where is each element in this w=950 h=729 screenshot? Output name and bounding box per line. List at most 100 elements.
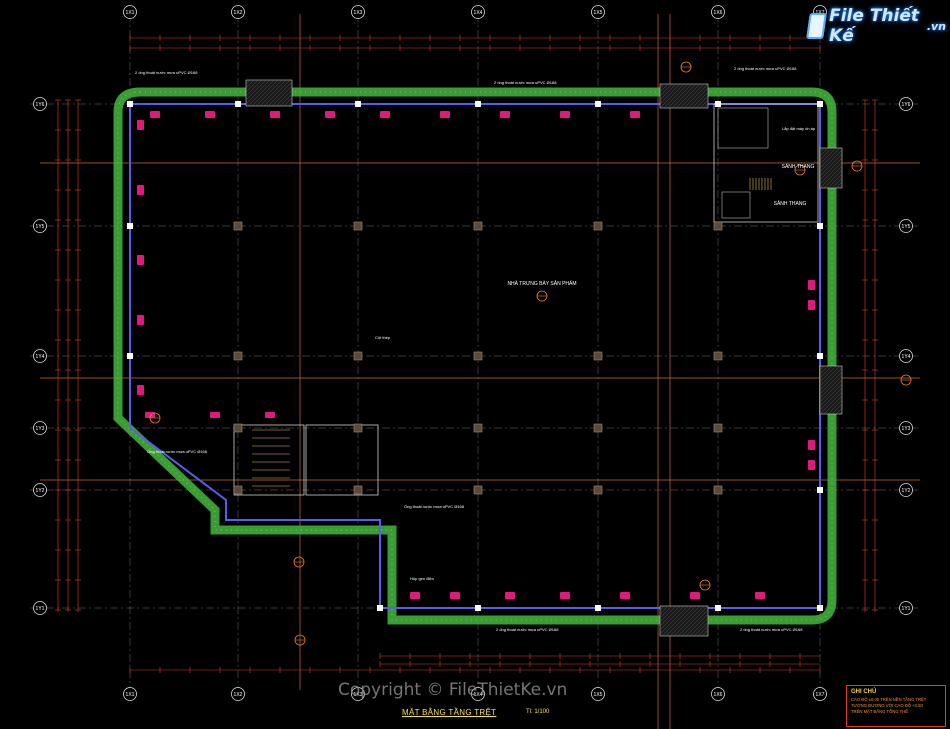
window-marker xyxy=(150,111,160,118)
window-marker xyxy=(325,111,335,118)
window-marker xyxy=(560,111,570,118)
column-marker xyxy=(233,221,243,231)
column-marker xyxy=(353,351,363,361)
window-marker xyxy=(450,592,460,599)
grid-bubble-label: 1X6 xyxy=(714,10,723,16)
column-marker xyxy=(353,423,363,433)
grid-bubble-label: 1Y3 xyxy=(902,426,911,432)
edge-column xyxy=(475,605,481,611)
pipe-label-bottom-mid: 2 ống thoát nước mưa uPVC Ø168 xyxy=(496,627,559,632)
edge-column xyxy=(475,101,481,107)
column-label: Cột thép xyxy=(375,335,391,340)
window-marker xyxy=(137,255,144,265)
dimension-lines xyxy=(55,35,878,673)
column-marker xyxy=(473,485,483,495)
grid-bubble-label: 1Y5 xyxy=(902,224,911,230)
edge-column xyxy=(817,353,823,359)
edge-column xyxy=(377,605,383,611)
column-marker xyxy=(713,423,723,433)
window-marker xyxy=(755,592,765,599)
column-marker xyxy=(353,221,363,231)
window-marker xyxy=(137,315,144,325)
edge-column xyxy=(235,101,241,107)
window-marker xyxy=(808,300,815,310)
edge-column xyxy=(817,223,823,229)
logo-suffix: .vn xyxy=(926,19,946,33)
logo-text: File Thiết Kế xyxy=(829,6,920,46)
pipe-label-bottom-right: 2 ống thoát nước mưa uPVC Ø168 xyxy=(740,627,803,632)
edge-column xyxy=(595,605,601,611)
window-marker xyxy=(137,385,144,395)
stair-room xyxy=(233,424,305,496)
window-marker xyxy=(205,111,215,118)
room-label-main: NHÀ TRƯNG BÀY SẢN PHẨM xyxy=(507,280,576,287)
window-marker xyxy=(210,412,220,418)
column-marker xyxy=(233,485,243,495)
edge-column xyxy=(817,101,823,107)
column-marker xyxy=(713,221,723,231)
window-marker xyxy=(690,592,700,599)
pipe-label-top-right: 2 ống thoát nước mưa uPVC Ø168 xyxy=(734,66,797,71)
grid-bubble-label: 1X7 xyxy=(816,692,825,698)
restroom-block xyxy=(717,107,769,149)
pipe-label-top-left: 2 ống thoát nước mưa uPVC Ø168 xyxy=(135,70,198,75)
window-marker xyxy=(137,120,144,130)
window-marker xyxy=(505,592,515,599)
grid-bubble-label: 1Y2 xyxy=(36,488,45,494)
window-marker xyxy=(808,280,815,290)
pipe-label-top-mid: 2 ống thoát nước mưa uPVC Ø168 xyxy=(494,80,557,85)
grid-bubble-label: 1Y2 xyxy=(902,488,911,494)
window-marker xyxy=(620,592,630,599)
window-marker xyxy=(410,592,420,599)
grid-bubble-label: 1Y4 xyxy=(36,354,45,360)
column-marker xyxy=(593,485,603,495)
edge-column xyxy=(127,353,133,359)
window-marker xyxy=(630,111,640,118)
notes-heading: GHI CHÚ xyxy=(851,689,877,695)
grid-bubble-label: 1Y1 xyxy=(902,606,911,612)
floor-plan-drawing: 1X11X11X21X21X31X31X41X41X51X51X61X6 1X71… xyxy=(30,5,920,729)
grid-bubble-label: 1X1 xyxy=(126,10,135,16)
grid-bubble-label: 1Y6 xyxy=(902,102,911,108)
grid-bubble-label: 1X6 xyxy=(714,692,723,698)
window-marker xyxy=(265,412,275,418)
edge-column xyxy=(355,101,361,107)
column-marker xyxy=(593,221,603,231)
pipe-label-mid: Ống thoát nước mưa uPVC Ø168 xyxy=(404,504,465,509)
grid-bubble-label: 1Y5 xyxy=(36,224,45,230)
stair-hall-label-1: SẢNH THANG xyxy=(782,163,815,170)
electrical-box-label: Hộp gen điện xyxy=(410,576,434,581)
window-marker xyxy=(137,185,144,195)
copyright-watermark: Copyright © FileThietKe.vn xyxy=(338,680,568,700)
edge-column xyxy=(595,101,601,107)
column-marker xyxy=(713,351,723,361)
logo-icon xyxy=(806,13,827,39)
edge-column xyxy=(817,605,823,611)
notes-box: GHI CHÚ CAO ĐỘ ±0.00 TRÊN NỀN TẦNG TRỆT … xyxy=(846,685,946,727)
window-marker xyxy=(380,111,390,118)
window-marker xyxy=(440,111,450,118)
column-marker xyxy=(713,485,723,495)
pipe-label-left: Ống thoát nước mưa uPVC Ø168 xyxy=(147,449,208,454)
window-marker xyxy=(270,111,280,118)
column-marker xyxy=(353,485,363,495)
edge-column xyxy=(817,487,823,493)
stair-hall-label-2: SẢNH THANG xyxy=(774,200,807,207)
window-marker xyxy=(808,460,815,470)
watermark-logo: File Thiết Kế .vn xyxy=(806,6,946,46)
column-marker xyxy=(593,351,603,361)
edge-column xyxy=(127,223,133,229)
column-and-marker-symbols xyxy=(127,61,912,646)
edge-column xyxy=(127,101,133,107)
grid-bubbles: 1X11X11X21X21X31X31X41X41X51X51X61X6 1X71… xyxy=(33,5,913,701)
grid-bubble-label: 1X2 xyxy=(234,692,243,698)
grid-bubble-label: 1Y6 xyxy=(36,102,45,108)
elevator-block xyxy=(721,191,751,219)
grid-bubble-label: 1X5 xyxy=(594,10,603,16)
column-marker xyxy=(473,351,483,361)
drawing-scale: Tl: 1/100 xyxy=(526,709,550,715)
grid-bubble-label: 1X2 xyxy=(234,10,243,16)
column-marker xyxy=(233,423,243,433)
edge-column xyxy=(715,101,721,107)
column-marker xyxy=(233,351,243,361)
